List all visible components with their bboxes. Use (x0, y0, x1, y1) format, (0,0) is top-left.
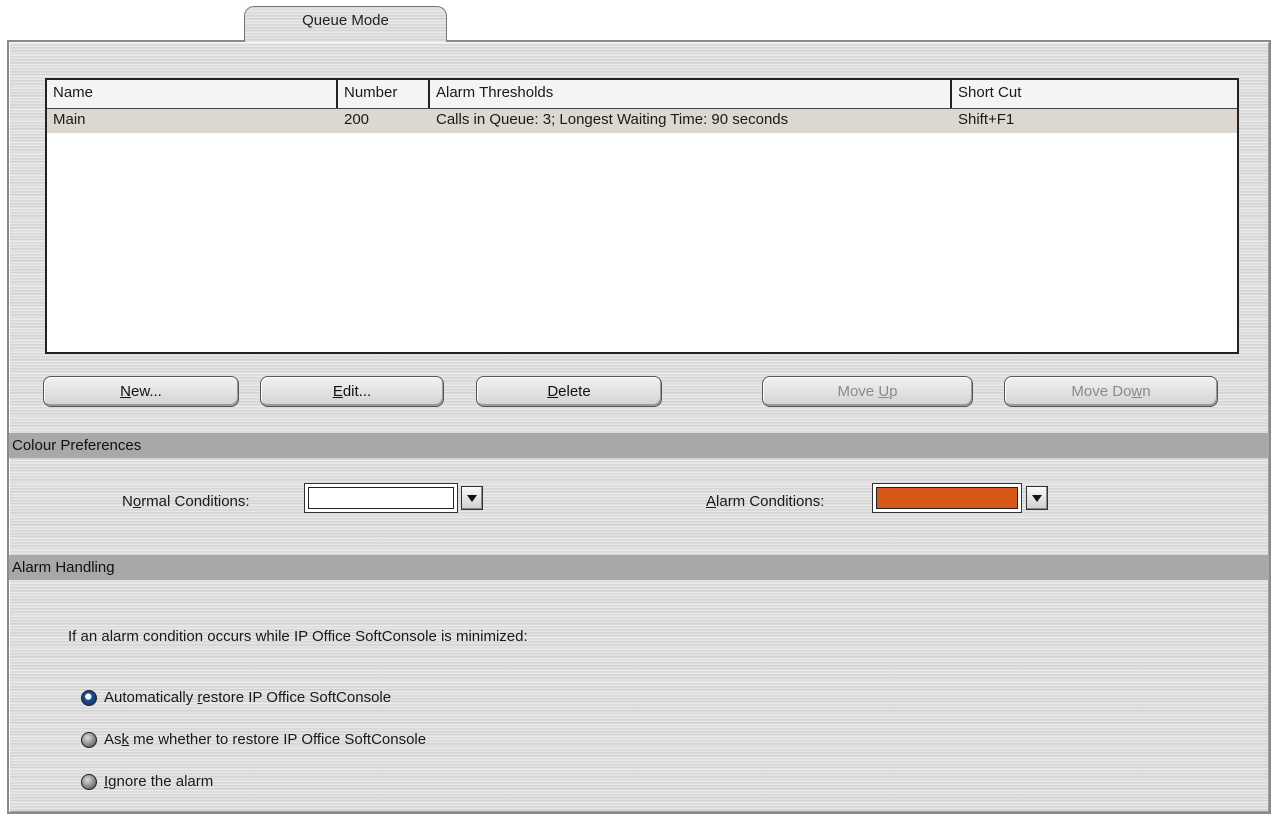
delete-button-access-key: D (547, 382, 559, 400)
move-up-button[interactable]: Move Up (762, 376, 973, 407)
radio-button-icon[interactable] (81, 732, 97, 748)
edit-button[interactable]: Edit... (260, 376, 444, 407)
alarm-colour-swatch-box (872, 483, 1022, 513)
move-down-button-label-pre: Move Do (1071, 382, 1132, 400)
move-down-button-access-key: w (1131, 382, 1143, 400)
queue-mode-panel: Name Number Alarm Thresholds Short Cut M… (7, 40, 1271, 814)
normal-conditions-label: Normal Conditions: (122, 493, 250, 510)
table-header: Name Number Alarm Thresholds Short Cut (47, 80, 1237, 109)
radio-label-post: estore IP Office SoftConsole (202, 689, 392, 706)
alarm-dropdown-arrow-icon[interactable] (1026, 486, 1048, 510)
radio-label-pre: As (104, 731, 122, 748)
alarm-conditions-access-key: A (706, 493, 717, 510)
radio-label: Automatically restore IP Office SoftCons… (104, 687, 391, 709)
move-up-button-label-post: p (889, 382, 898, 400)
normal-conditions-access-key: o (132, 493, 142, 510)
column-header-short-cut[interactable]: Short Cut (952, 80, 1237, 108)
move-down-button[interactable]: Move Down (1004, 376, 1218, 407)
new-button-label-post: ew... (130, 382, 162, 400)
alarm-handling-header: Alarm Handling (9, 555, 1269, 580)
radio-label-post: gnore the alarm (108, 773, 214, 790)
normal-conditions-colour-select[interactable] (304, 482, 484, 514)
move-down-button-label-post: n (1142, 382, 1151, 400)
alarm-conditions-label: Alarm Conditions: (706, 493, 824, 510)
new-button-access-key: N (120, 382, 131, 400)
radio-button-icon[interactable] (81, 774, 97, 790)
normal-conditions-label-post: rmal Conditions: (141, 493, 250, 510)
normal-conditions-label-pre: N (122, 493, 133, 510)
edit-button-label-post: dit... (342, 382, 372, 400)
radio-button-icon[interactable] (81, 690, 97, 706)
alarm-conditions-label-post: larm Conditions: (716, 493, 825, 510)
radio-label: Ask me whether to restore IP Office Soft… (104, 729, 426, 751)
radio-label-pre: Automatically (104, 689, 198, 706)
radio-label: Ignore the alarm (104, 771, 213, 793)
column-header-number[interactable]: Number (338, 80, 430, 108)
table-row[interactable]: Main 200 Calls in Queue: 3; Longest Wait… (47, 109, 1237, 133)
column-header-name[interactable]: Name (47, 80, 338, 108)
queue-table: Name Number Alarm Thresholds Short Cut M… (45, 78, 1239, 354)
tab-label: Queue Mode (302, 12, 389, 29)
tab-queue-mode[interactable]: Queue Mode (244, 6, 447, 42)
move-up-button-access-key: U (878, 382, 890, 400)
normal-colour-swatch-box (304, 483, 458, 513)
colour-preferences-header: Colour Preferences (9, 433, 1269, 458)
cell-name: Main (53, 111, 86, 128)
delete-button-label-post: elete (558, 382, 591, 400)
cell-alarm-thresholds: Calls in Queue: 3; Longest Waiting Time:… (436, 111, 789, 128)
alarm-colour-swatch (876, 487, 1018, 509)
move-up-button-label-pre: Move (837, 382, 879, 400)
alarm-handling-prompt: If an alarm condition occurs while IP Of… (68, 628, 528, 645)
radio-label-post: me whether to restore IP Office SoftCons… (129, 731, 427, 748)
delete-button[interactable]: Delete (476, 376, 662, 407)
normal-dropdown-arrow-icon[interactable] (461, 486, 483, 510)
column-header-alarm-thresholds[interactable]: Alarm Thresholds (430, 80, 952, 108)
edit-button-access-key: E (332, 382, 343, 400)
alarm-conditions-colour-select[interactable] (872, 482, 1052, 514)
normal-colour-swatch (308, 487, 454, 509)
radio-access-key: k (121, 731, 130, 748)
new-button[interactable]: New... (43, 376, 239, 407)
cell-number: 200 (344, 111, 370, 128)
cell-short-cut: Shift+F1 (958, 111, 1015, 128)
